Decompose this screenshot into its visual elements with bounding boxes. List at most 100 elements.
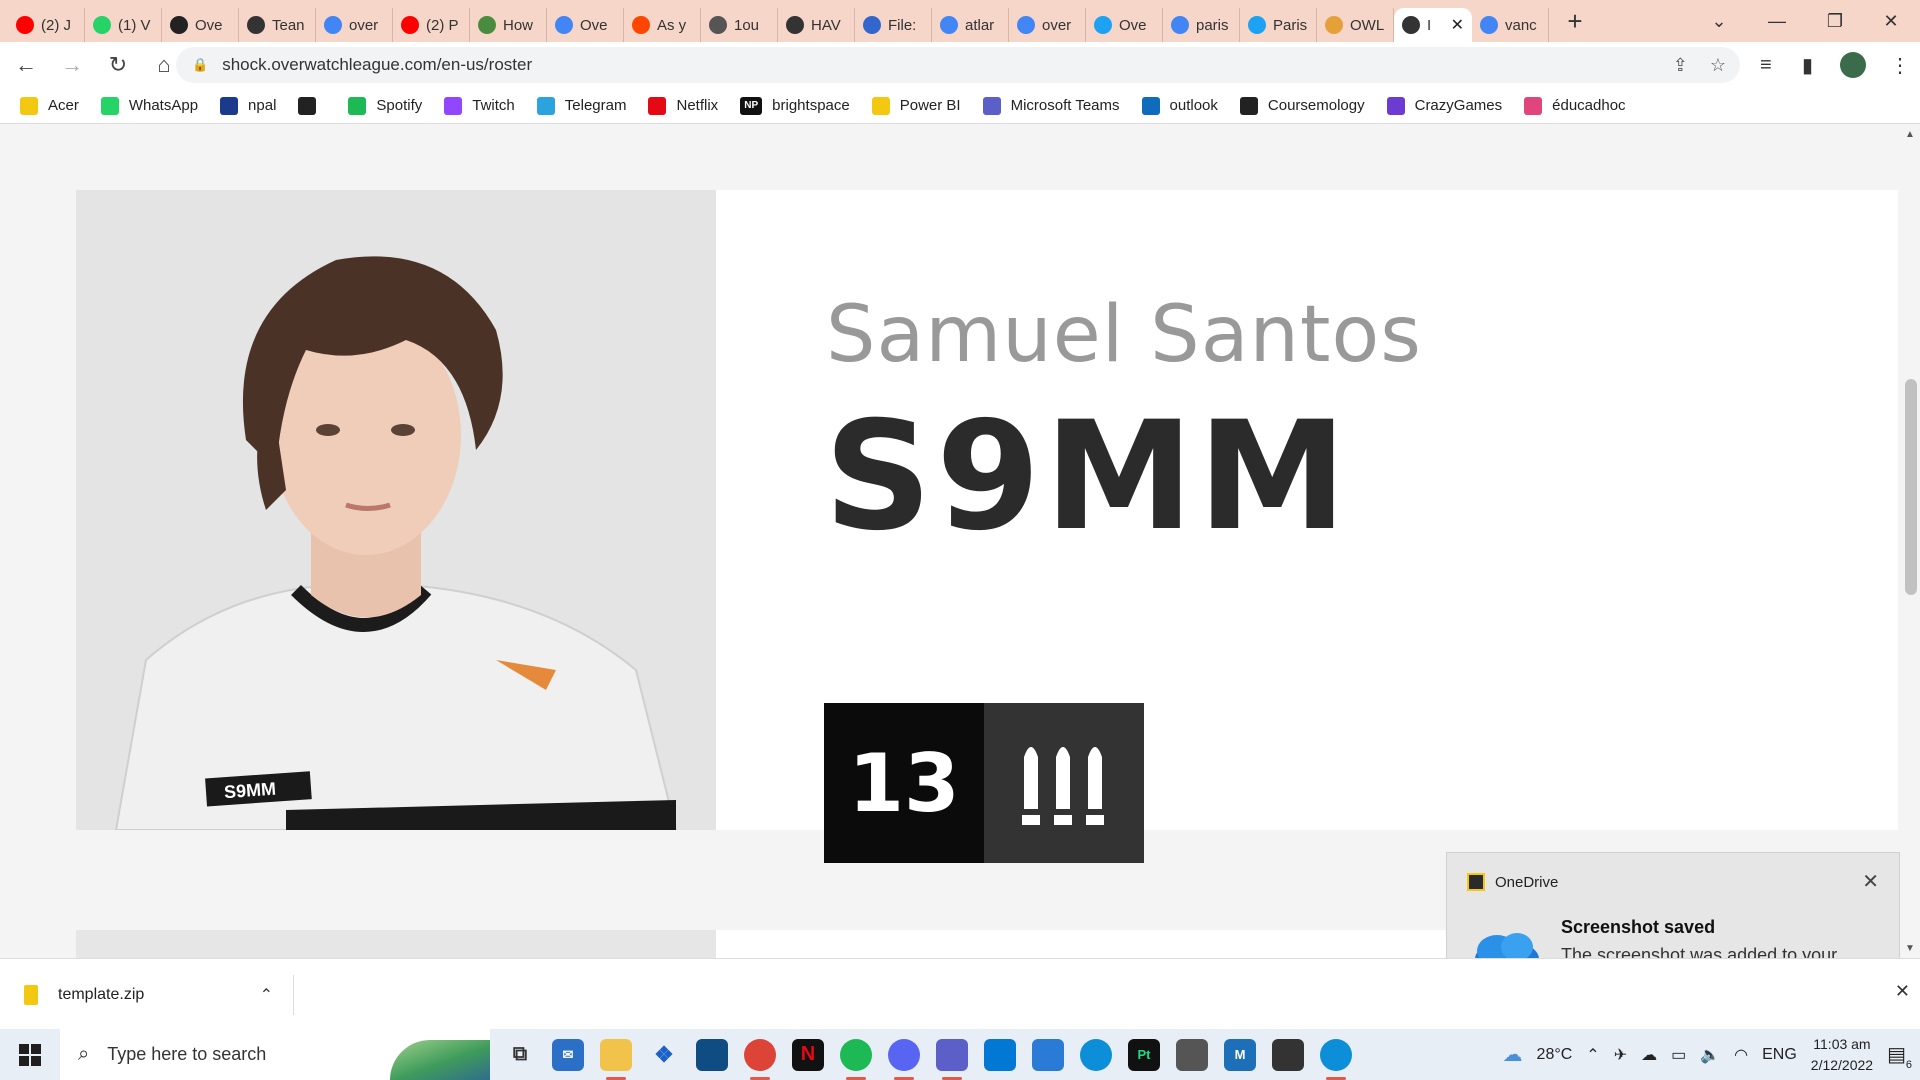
notification-center-icon[interactable]: ▤ 6: [1887, 1042, 1912, 1071]
close-window-button[interactable]: ✕: [1862, 0, 1920, 42]
browser-tab[interactable]: Ove: [162, 8, 239, 42]
teams-app-icon[interactable]: [936, 1038, 968, 1080]
dropbox-icon[interactable]: ❖: [648, 1039, 680, 1071]
edge-icon[interactable]: [1080, 1038, 1112, 1071]
bookmark-item[interactable]: Acer: [20, 96, 79, 115]
share-icon[interactable]: ⇪: [1673, 55, 1688, 76]
menu-icon[interactable]: ⋮: [1890, 42, 1910, 88]
bookmark-item[interactable]: Coursemology: [1239, 96, 1365, 115]
onedrive-tray-icon[interactable]: ☁: [1641, 1045, 1657, 1065]
browser-tab[interactable]: I ✕: [1394, 8, 1472, 42]
browser-tab[interactable]: Ove: [1086, 8, 1163, 42]
player-real-name: Samuel Santos: [826, 290, 1422, 380]
forward-button[interactable]: →: [52, 45, 92, 85]
browser-tab[interactable]: Ove: [547, 8, 624, 42]
browser-tab[interactable]: File:: [855, 8, 932, 42]
page-scrollbar[interactable]: ▲ ▼: [1902, 125, 1920, 958]
taskbar-search[interactable]: ⌕ Type here to search: [60, 1029, 490, 1080]
browser-tab[interactable]: over: [316, 8, 393, 42]
browser-tab[interactable]: As y: [624, 8, 701, 42]
bookmark-item[interactable]: NP brightspace: [740, 96, 850, 115]
browser-tab[interactable]: (2) P: [393, 8, 470, 42]
browser-tab[interactable]: OWL: [1317, 8, 1394, 42]
tab-search-chevron-icon[interactable]: ⌄: [1690, 0, 1748, 42]
bookmark-item[interactable]: outlook: [1141, 96, 1218, 115]
twitter-icon: [1248, 16, 1266, 34]
bookmark-item[interactable]: Microsoft Teams: [982, 96, 1120, 115]
bookmark-item[interactable]: CrazyGames: [1386, 96, 1502, 115]
unity-hub-icon[interactable]: [1272, 1038, 1304, 1071]
browser-tab[interactable]: Paris: [1240, 8, 1317, 42]
weather-icon[interactable]: ☁: [1503, 1042, 1523, 1067]
scrollbar-thumb[interactable]: [1905, 379, 1917, 595]
profile-avatar[interactable]: [1840, 42, 1866, 88]
bookmark-star-icon[interactable]: ☆: [1710, 55, 1726, 76]
browser-tab[interactable]: (2) J: [8, 8, 85, 42]
google-icon: [324, 16, 342, 34]
browser-tab[interactable]: atlar: [932, 8, 1009, 42]
bookmark-item[interactable]: Twitch: [444, 96, 515, 115]
address-bar[interactable]: 🔒 shock.overwatchleague.com/en-us/roster…: [176, 47, 1740, 83]
side-panel-icon[interactable]: ▮: [1802, 42, 1813, 88]
mail-app-icon[interactable]: ✉: [552, 1038, 584, 1071]
chrome-icon[interactable]: [744, 1038, 776, 1080]
clock[interactable]: 11:03 am 2/12/2022: [1811, 1034, 1873, 1075]
bookmark-item[interactable]: WhatsApp: [100, 96, 198, 115]
bookmark-label: outlook: [1169, 97, 1218, 114]
bookmark-item[interactable]: Spotify: [348, 96, 422, 115]
wifi-icon[interactable]: ◠: [1734, 1045, 1748, 1065]
browser-tab[interactable]: (1) V: [85, 8, 162, 42]
media-control-icon[interactable]: ≡: [1760, 42, 1772, 88]
file-explorer-icon[interactable]: [600, 1038, 632, 1080]
tab-label: Paris: [1273, 16, 1308, 34]
battery-icon[interactable]: ▭: [1671, 1045, 1686, 1065]
download-item[interactable]: template.zip ⌃: [24, 975, 294, 1015]
vscode-icon[interactable]: [984, 1038, 1016, 1071]
tab-close-icon[interactable]: ✕: [1451, 15, 1464, 35]
back-button[interactable]: ←: [6, 45, 46, 85]
maya-app-icon[interactable]: M: [1224, 1038, 1256, 1071]
minimize-button[interactable]: —: [1748, 0, 1806, 42]
scroll-down-icon[interactable]: ▼: [1905, 943, 1915, 954]
netflix-app-icon[interactable]: N: [792, 1038, 824, 1071]
weather-temp[interactable]: 28°C: [1537, 1046, 1573, 1064]
spotify-app-icon[interactable]: [840, 1038, 872, 1080]
reload-button[interactable]: ↻: [98, 45, 138, 85]
photos-app-icon[interactable]: [1032, 1038, 1064, 1071]
tab-label: File:: [888, 16, 917, 34]
edge-dev-icon[interactable]: [1320, 1038, 1352, 1080]
bookmark-item[interactable]: Netflix: [648, 96, 718, 115]
discord-app-icon[interactable]: [888, 1038, 920, 1080]
bookmark-item[interactable]: [298, 96, 326, 115]
restore-button[interactable]: ❐: [1806, 0, 1864, 42]
bookmark-item[interactable]: éducadhoc: [1524, 96, 1626, 115]
network-status-icon[interactable]: ✈: [1614, 1045, 1627, 1065]
browser-tab[interactable]: over: [1009, 8, 1086, 42]
bookmark-label: éducadhoc: [1552, 97, 1626, 114]
system-tray: ☁ 28°C ⌃ ✈ ☁ ▭ 🔈 ◠ ENG 11:03 am 2/12/202…: [1503, 1029, 1920, 1080]
new-tab-button[interactable]: +: [1555, 1, 1595, 41]
bookmark-item[interactable]: Power BI: [871, 96, 961, 115]
browser-tab[interactable]: Tean: [239, 8, 316, 42]
unity-icon[interactable]: [1176, 1038, 1208, 1071]
browser-tab[interactable]: HAV: [778, 8, 855, 42]
tray-overflow-icon[interactable]: ⌃: [1586, 1045, 1599, 1065]
start-button[interactable]: [0, 1029, 60, 1080]
chevron-up-icon[interactable]: ⌃: [260, 985, 273, 1005]
pycharm-icon[interactable]: Pt: [1128, 1038, 1160, 1071]
task-view-icon[interactable]: ⧉: [504, 1039, 536, 1071]
toast-close-button[interactable]: ✕: [1862, 869, 1879, 894]
language-indicator[interactable]: ENG: [1762, 1046, 1797, 1064]
close-downloads-icon[interactable]: ✕: [1895, 981, 1910, 1002]
scroll-up-icon[interactable]: ▲: [1905, 129, 1915, 140]
browser-tab[interactable]: paris: [1163, 8, 1240, 42]
bookmark-item[interactable]: npal: [220, 96, 276, 115]
bookmark-favicon-icon: [298, 96, 317, 115]
browser-tab[interactable]: vanc: [1472, 8, 1549, 42]
store-app-icon[interactable]: [696, 1038, 728, 1071]
bookmark-item[interactable]: Telegram: [536, 96, 626, 115]
browser-tab[interactable]: How: [470, 8, 547, 42]
browser-tab[interactable]: 1ou: [701, 8, 778, 42]
windows-logo-icon: [19, 1043, 41, 1066]
volume-icon[interactable]: 🔈: [1700, 1045, 1720, 1065]
